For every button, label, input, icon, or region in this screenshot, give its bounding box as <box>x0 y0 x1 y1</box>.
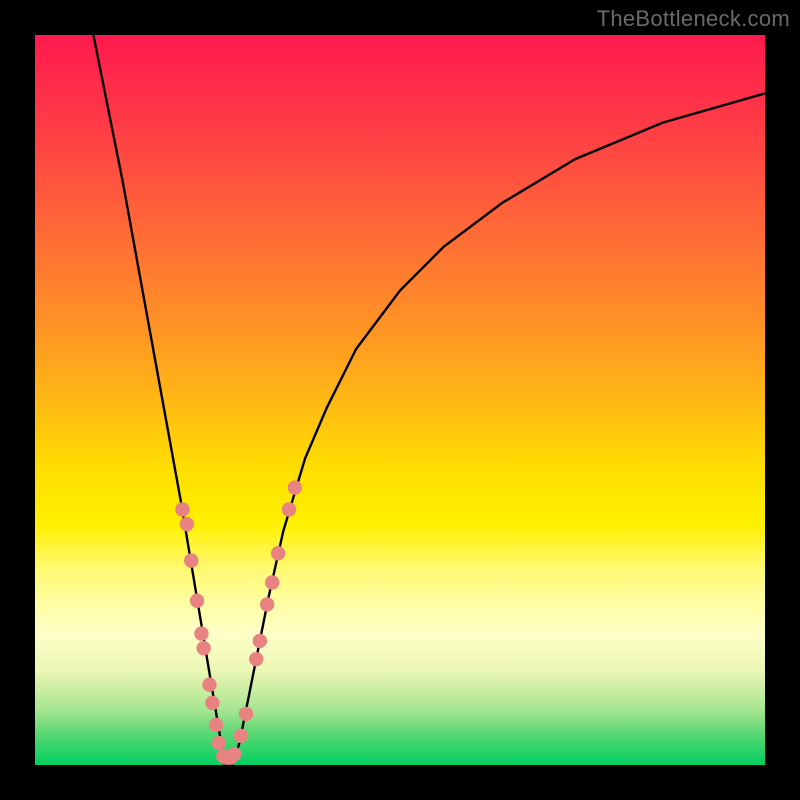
data-point <box>253 634 267 648</box>
data-point <box>288 480 302 494</box>
bottleneck-curve <box>93 35 765 765</box>
data-point <box>196 641 210 655</box>
data-point <box>212 736 226 750</box>
data-point <box>234 729 248 743</box>
data-point <box>265 575 279 589</box>
data-point <box>271 546 285 560</box>
data-point <box>205 696 219 710</box>
data-point <box>180 517 194 531</box>
data-point <box>249 652 263 666</box>
data-point <box>190 594 204 608</box>
data-point <box>282 502 296 516</box>
chart-overlay <box>35 35 765 765</box>
data-point <box>194 626 208 640</box>
data-point <box>209 718 223 732</box>
watermark-text: TheBottleneck.com <box>597 6 790 32</box>
chart-frame: TheBottleneck.com <box>0 0 800 800</box>
data-point <box>260 597 274 611</box>
data-point <box>227 747 241 761</box>
data-points <box>175 480 302 765</box>
data-point <box>175 502 189 516</box>
data-point <box>239 707 253 721</box>
data-point <box>184 553 198 567</box>
data-point <box>202 678 216 692</box>
